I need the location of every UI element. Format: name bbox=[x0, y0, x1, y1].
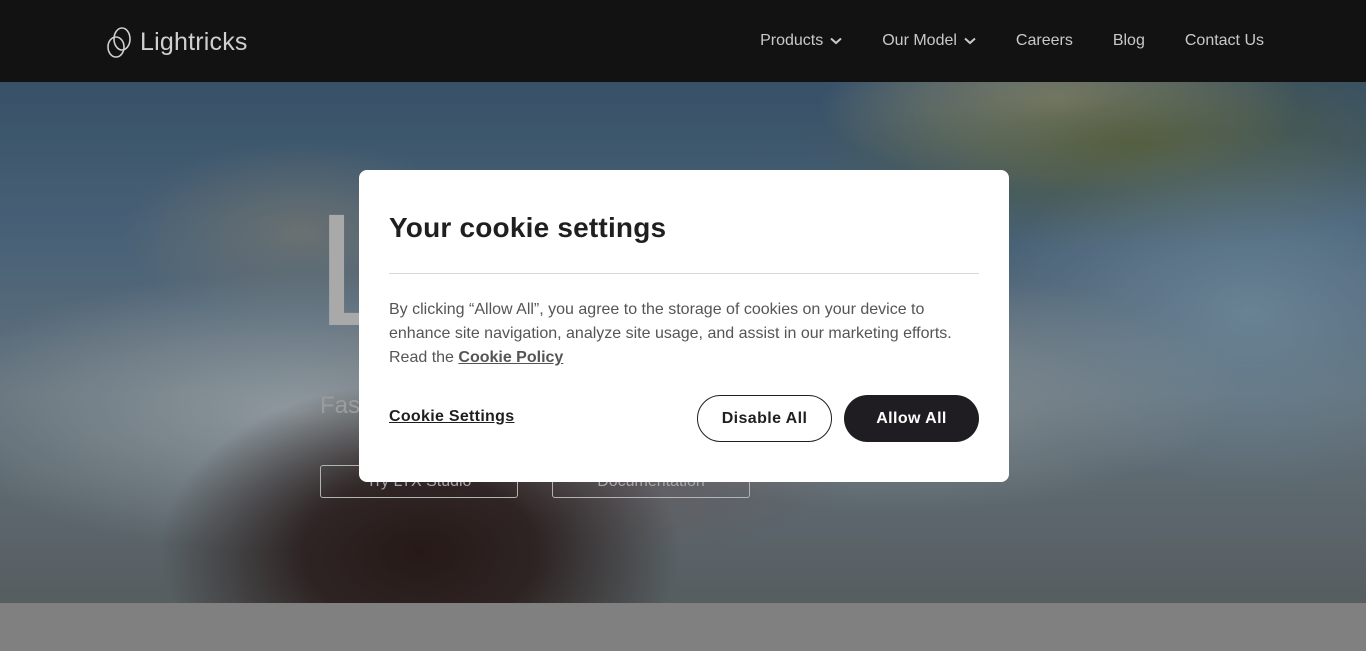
dialog-body: By clicking “Allow All”, you agree to th… bbox=[389, 298, 979, 370]
dialog-divider bbox=[389, 273, 979, 274]
dialog-title: Your cookie settings bbox=[389, 212, 667, 243]
allow-all-button[interactable]: Allow All bbox=[844, 395, 979, 442]
cookie-policy-link[interactable]: Cookie Policy bbox=[458, 349, 563, 366]
disable-all-button[interactable]: Disable All bbox=[697, 395, 832, 442]
cookie-settings-dialog: Your cookie settings By clicking “Allow … bbox=[359, 170, 1009, 482]
cookie-settings-link[interactable]: Cookie Settings bbox=[389, 408, 514, 426]
